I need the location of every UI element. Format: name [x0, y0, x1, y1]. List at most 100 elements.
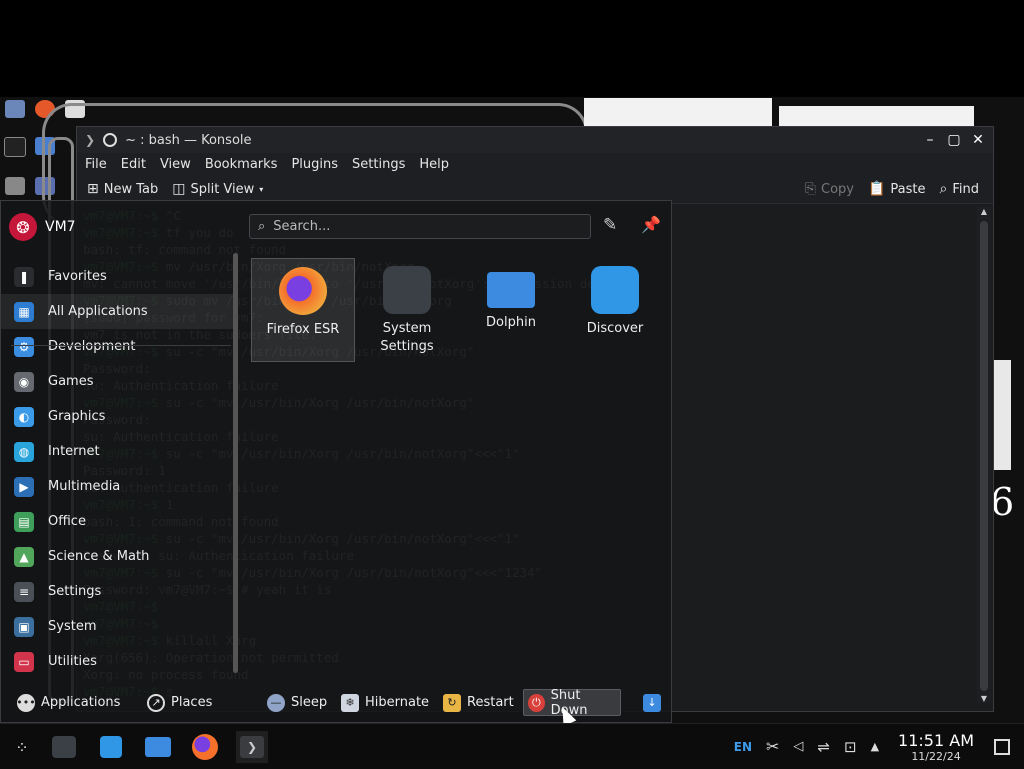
- development-icon: ⚙: [14, 336, 34, 357]
- favorite-firefox-esr[interactable]: Firefox ESR: [251, 258, 355, 362]
- taskbar-firefox[interactable]: [189, 731, 221, 763]
- category-games[interactable]: ◉ Games: [1, 364, 237, 399]
- launcher-user[interactable]: ❂ VM7: [9, 213, 76, 241]
- hibernate-button[interactable]: ❄ Hibernate: [337, 689, 433, 716]
- volume-icon[interactable]: ◁: [793, 739, 803, 754]
- category-system[interactable]: ▣ System: [1, 609, 237, 644]
- find-label: Find: [952, 181, 979, 197]
- search-input[interactable]: [271, 218, 576, 235]
- folder-icon: [145, 737, 171, 757]
- favorite-label: Discover: [586, 321, 644, 336]
- category-list: ❚ Favorites ▦ All Applications ⚙ Development ◉…: [1, 259, 237, 679]
- network-icon[interactable]: ⊡: [844, 738, 857, 756]
- minimize-icon[interactable]: –: [923, 133, 937, 147]
- category-all-applications[interactable]: ▦ All Applications: [1, 294, 237, 329]
- category-separator: [11, 345, 231, 346]
- category-label: All Applications: [48, 304, 148, 319]
- category-settings[interactable]: ≡ Settings: [1, 574, 237, 609]
- close-icon[interactable]: ✕: [971, 133, 985, 147]
- scissors-icon[interactable]: ✂: [766, 737, 779, 756]
- search-icon: ⌕: [258, 219, 266, 234]
- discover-icon: [100, 736, 122, 758]
- graphics-icon: ◐: [14, 406, 34, 427]
- avatar: ❂: [9, 213, 37, 241]
- desktop-icon-app-6[interactable]: [2, 177, 28, 197]
- applications-label: Applications: [41, 695, 121, 710]
- applications-tab[interactable]: ••• Applications: [13, 689, 124, 716]
- more-power-options-button[interactable]: ↓: [639, 689, 665, 716]
- category-scrollbar[interactable]: [233, 253, 238, 673]
- places-tab[interactable]: ↗ Places: [143, 689, 216, 716]
- menu-file[interactable]: File: [85, 157, 107, 172]
- category-internet[interactable]: ◍ Internet: [1, 434, 237, 469]
- scroll-up-icon[interactable]: ▲: [977, 207, 991, 216]
- scrollbar-thumb[interactable]: [980, 221, 988, 691]
- search-field[interactable]: ⌕: [249, 214, 591, 239]
- menu-view[interactable]: View: [160, 157, 191, 172]
- application-launcher: ❂ VM7 ⌕ ✎ 📌 ❚ Favorites ▦ All Applications ⚙…: [0, 200, 672, 723]
- konsole-titlebar[interactable]: ❯ ~ : bash — Konsole – ▢ ✕: [77, 127, 993, 153]
- desktop-icon-recycle-bin[interactable]: [2, 100, 28, 120]
- new-tab-button[interactable]: ⊞ New Tab: [87, 181, 158, 197]
- category-favorites[interactable]: ❚ Favorites: [1, 259, 237, 294]
- copy-button[interactable]: ⎘ Copy: [805, 181, 854, 197]
- usb-icon[interactable]: ⇌: [817, 738, 830, 756]
- split-view-label: Split View: [190, 181, 255, 197]
- category-label: Development: [48, 339, 136, 354]
- places-label: Places: [171, 695, 213, 710]
- paste-icon: 📋: [867, 181, 886, 197]
- clock-time: 11:51 AM: [898, 730, 974, 750]
- category-office[interactable]: ▤ Office: [1, 504, 237, 539]
- menu-help[interactable]: Help: [419, 157, 449, 172]
- favorite-system-settings[interactable]: System Settings: [355, 258, 459, 362]
- category-utilities[interactable]: ▭ Utilities: [1, 644, 237, 679]
- restart-button[interactable]: ↻ Restart: [439, 689, 518, 716]
- menu-plugins[interactable]: Plugins: [291, 157, 338, 172]
- utilities-icon: ▭: [14, 651, 34, 672]
- favorite-dolphin[interactable]: Dolphin: [459, 258, 563, 362]
- menu-edit[interactable]: Edit: [121, 157, 146, 172]
- favorite-discover[interactable]: Discover: [563, 258, 667, 362]
- category-multimedia[interactable]: ▶ Multimedia: [1, 469, 237, 504]
- paste-button[interactable]: 📋 Paste: [868, 181, 926, 197]
- pin-window-icon[interactable]: [103, 133, 118, 147]
- pin-icon[interactable]: 📌: [641, 215, 661, 234]
- configure-icon[interactable]: ✎: [603, 215, 617, 235]
- category-development[interactable]: ⚙ Development: [1, 329, 237, 364]
- category-graphics[interactable]: ◐ Graphics: [1, 399, 237, 434]
- scroll-down-icon[interactable]: ▼: [977, 694, 991, 703]
- favorite-label: Firefox ESR: [266, 322, 340, 337]
- category-science-math[interactable]: ▲ Science & Math: [1, 539, 237, 574]
- taskbar-system-settings[interactable]: [48, 731, 80, 763]
- epic-games-icon: [4, 137, 26, 157]
- desktop-icon-epic[interactable]: [2, 137, 28, 159]
- sleep-button[interactable]: — Sleep: [263, 689, 331, 716]
- terminal-scrollbar[interactable]: ▲ ▼: [977, 207, 991, 703]
- taskbar-konsole[interactable]: ❯: [236, 731, 268, 763]
- window-title: ~ : bash — Konsole: [125, 132, 252, 148]
- copy-icon: ⎘: [804, 181, 816, 197]
- recycle-bin-icon: [5, 100, 25, 118]
- science-icon: ▲: [14, 546, 34, 567]
- folder-icon: [487, 272, 535, 308]
- clock[interactable]: 11:51 AM 11/22/24: [898, 731, 974, 763]
- launcher-button[interactable]: ⁘: [6, 731, 38, 763]
- compass-icon: ↗: [147, 693, 165, 712]
- split-view-button[interactable]: ◫ Split View ▾: [172, 181, 263, 197]
- taskbar-discover[interactable]: [95, 731, 127, 763]
- restart-icon: ↻: [443, 693, 461, 712]
- maximize-icon[interactable]: ▢: [947, 133, 961, 147]
- app-icon: [5, 177, 25, 195]
- hibernate-icon: ❄: [341, 693, 359, 712]
- expand-tray-icon[interactable]: ▲: [871, 740, 879, 753]
- keyboard-layout[interactable]: EN: [734, 740, 752, 754]
- category-label: Graphics: [48, 409, 106, 424]
- grid-icon: ▦: [14, 301, 34, 322]
- menu-settings[interactable]: Settings: [352, 157, 405, 172]
- applications-icon: •••: [16, 693, 36, 712]
- favorite-label: Dolphin: [486, 315, 536, 330]
- find-button[interactable]: ⌕ Find: [940, 181, 979, 197]
- show-desktop-icon[interactable]: [994, 738, 1010, 755]
- menu-bookmarks[interactable]: Bookmarks: [205, 157, 278, 172]
- taskbar-dolphin[interactable]: [142, 731, 174, 763]
